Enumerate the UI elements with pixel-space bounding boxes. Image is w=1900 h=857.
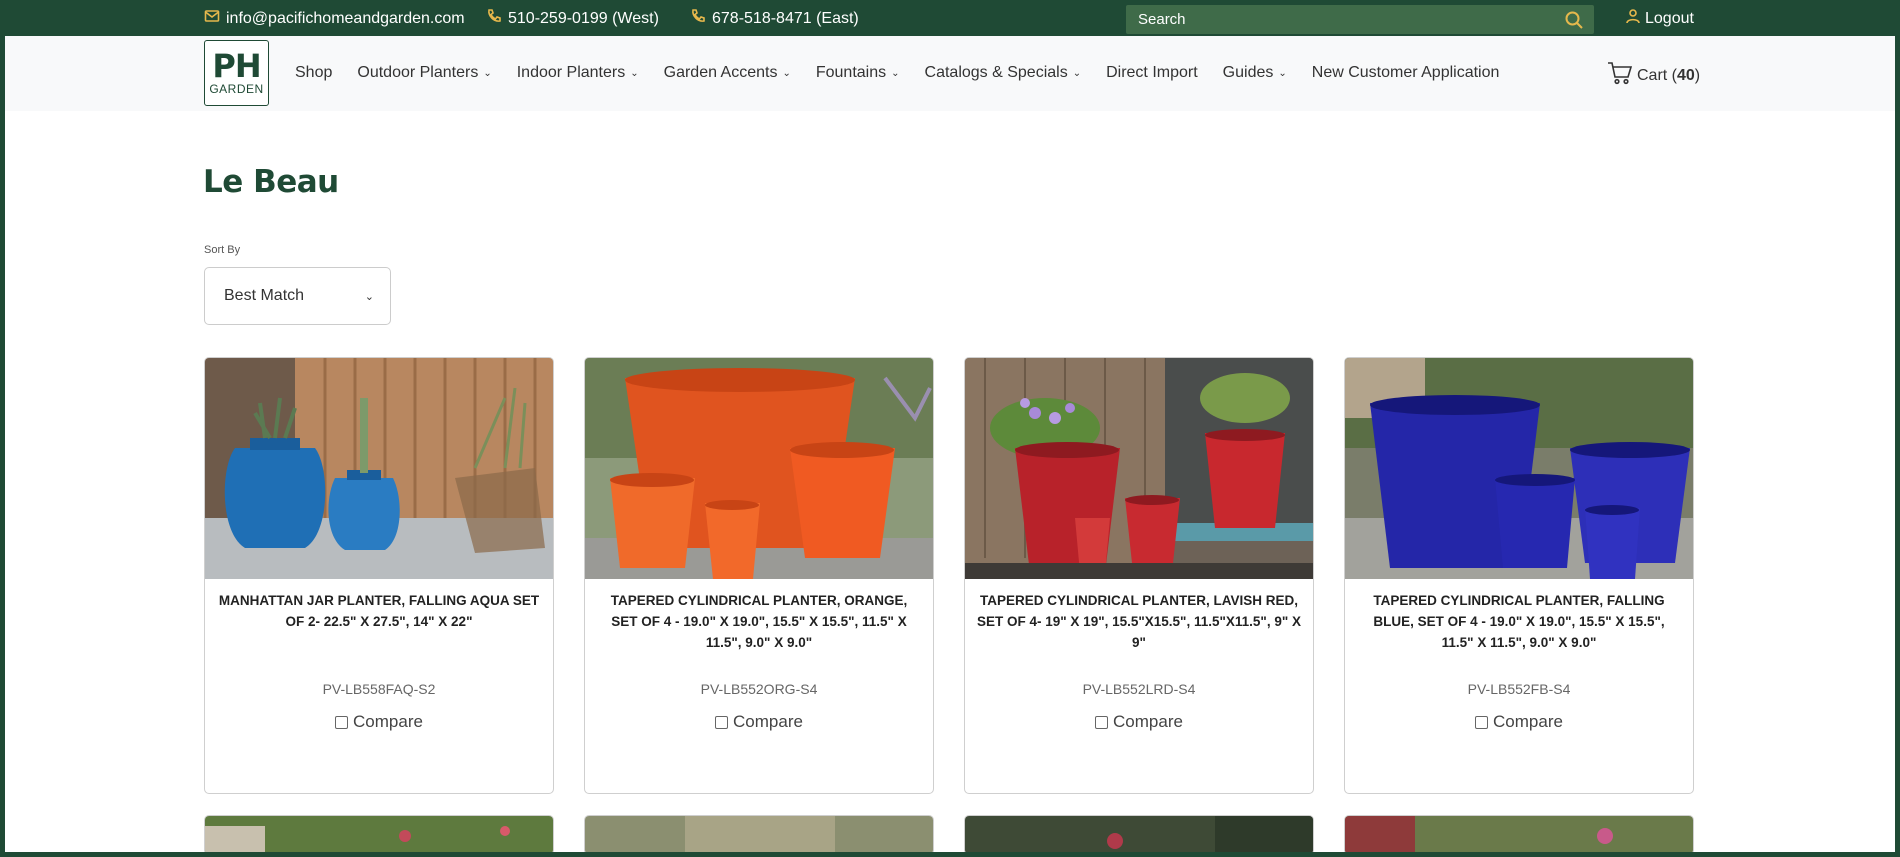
product-image[interactable]	[1345, 816, 1693, 852]
cart-count: 40	[1677, 66, 1695, 84]
phone-west-text: 510-259-0199 (West)	[508, 9, 659, 27]
nav-item-garden-accents[interactable]: Garden Accents ⌄	[664, 64, 791, 82]
compare-label: Compare	[353, 712, 423, 731]
user-icon	[1625, 8, 1641, 29]
product-image[interactable]	[205, 816, 553, 852]
phone-east[interactable]: 678-518-8471 (East)	[690, 8, 859, 29]
product-sku: PV-LB552FB-S4	[1467, 681, 1571, 697]
compare-label: Compare	[1113, 712, 1183, 731]
compare-toggle[interactable]: Compare	[1345, 712, 1693, 732]
nav-menu: Shop Outdoor Planters ⌄ Indoor Planters ⌄ …	[295, 64, 1524, 82]
product-image[interactable]	[205, 358, 553, 579]
nav-label: Garden Accents	[663, 64, 778, 81]
chevron-down-icon: ⌄	[1072, 67, 1082, 79]
envelope-icon	[204, 8, 220, 29]
nav-label: Indoor Planters	[516, 64, 626, 81]
logout-label: Logout	[1645, 9, 1694, 27]
nav-item-catalogs-specials[interactable]: Catalogs & Specials ⌄	[925, 64, 1082, 82]
product-card[interactable]: TAPERED CYLINDRICAL PLANTER, FALLING BLU…	[1344, 357, 1694, 794]
page-title: Le Beau	[203, 164, 339, 200]
compare-checkbox[interactable]	[1475, 715, 1489, 729]
compare-toggle[interactable]: Compare	[585, 712, 933, 732]
nav-label: Fountains	[815, 64, 887, 81]
product-name[interactable]: MANHATTAN JAR PLANTER, FALLING AQUA SET …	[217, 590, 541, 632]
product-image[interactable]	[585, 816, 933, 852]
chevron-down-icon: ⌄	[364, 290, 374, 303]
chevron-down-icon: ⌄	[630, 67, 639, 79]
search-icon[interactable]	[1564, 10, 1584, 30]
phone-icon	[690, 8, 706, 29]
compare-checkbox[interactable]	[715, 715, 729, 729]
product-name[interactable]: TAPERED CYLINDRICAL PLANTER, FALLING BLU…	[1357, 590, 1681, 653]
chevron-down-icon: ⌄	[1278, 67, 1287, 79]
nav-label: New Customer Application	[1311, 64, 1500, 81]
product-card[interactable]	[584, 815, 934, 852]
page-frame: PH GARDEN Shop Outdoor Planters ⌄ Indoor …	[5, 36, 1895, 852]
product-card[interactable]: MANHATTAN JAR PLANTER, FALLING AQUA SET …	[204, 357, 554, 794]
product-sku: PV-LB552LRD-S4	[1082, 681, 1196, 697]
product-card[interactable]	[964, 815, 1314, 852]
site-logo[interactable]: PH GARDEN	[204, 40, 269, 106]
nav-item-new-customer-application[interactable]: New Customer Application	[1312, 64, 1500, 82]
compare-checkbox[interactable]	[335, 715, 349, 729]
product-card[interactable]	[1344, 815, 1694, 852]
cart-label: Cart (40)	[1637, 66, 1701, 84]
nav-label: Shop	[295, 64, 333, 81]
product-image[interactable]	[585, 358, 933, 579]
nav-label: Outdoor Planters	[357, 64, 479, 81]
nav-item-fountains[interactable]: Fountains ⌄	[816, 64, 900, 82]
nav-item-shop[interactable]: Shop	[295, 64, 332, 82]
chevron-down-icon: ⌄	[891, 67, 900, 79]
top-bar: info@pacifichomeandgarden.com 510-259-01…	[0, 0, 1900, 36]
product-name[interactable]: TAPERED CYLINDRICAL PLANTER, ORANGE, SET…	[597, 590, 921, 653]
logout-link[interactable]: Logout	[1625, 8, 1694, 29]
product-card[interactable]: TAPERED CYLINDRICAL PLANTER, ORANGE, SET…	[584, 357, 934, 794]
cart-icon	[1607, 60, 1633, 91]
product-image[interactable]	[965, 358, 1313, 579]
product-image[interactable]	[965, 816, 1313, 852]
nav-item-direct-import[interactable]: Direct Import	[1106, 64, 1198, 82]
email-contact[interactable]: info@pacifichomeandgarden.com	[204, 8, 465, 29]
phone-west[interactable]: 510-259-0199 (West)	[486, 8, 659, 29]
phone-icon	[486, 8, 502, 29]
logo-subtext: GARDEN	[209, 82, 264, 96]
nav-label: Catalogs & Specials	[924, 64, 1068, 81]
compare-toggle[interactable]: Compare	[205, 712, 553, 732]
sort-select[interactable]: Best Match ⌄	[204, 267, 391, 325]
email-text: info@pacifichomeandgarden.com	[226, 9, 465, 27]
cart-link[interactable]: Cart (40)	[1607, 60, 1700, 91]
nav-label: Direct Import	[1106, 64, 1198, 81]
compare-label: Compare	[733, 712, 803, 731]
product-card[interactable]: TAPERED CYLINDRICAL PLANTER, LAVISH RED,…	[964, 357, 1314, 794]
search-bar	[1126, 5, 1594, 34]
phone-east-text: 678-518-8471 (East)	[712, 9, 859, 27]
logo-mark: PH	[212, 47, 261, 85]
sort-value: Best Match	[224, 287, 305, 304]
nav-item-guides[interactable]: Guides ⌄	[1223, 64, 1287, 82]
search-input[interactable]	[1126, 11, 1564, 28]
product-name[interactable]: TAPERED CYLINDRICAL PLANTER, LAVISH RED,…	[977, 590, 1301, 653]
nav-item-outdoor-planters[interactable]: Outdoor Planters ⌄	[357, 64, 491, 82]
compare-label: Compare	[1493, 712, 1563, 731]
nav-item-indoor-planters[interactable]: Indoor Planters ⌄	[517, 64, 639, 82]
sort-label: Sort By	[204, 244, 241, 256]
nav-label: Guides	[1222, 64, 1274, 81]
chevron-down-icon: ⌄	[782, 67, 791, 79]
compare-checkbox[interactable]	[1095, 715, 1109, 729]
product-sku: PV-LB552ORG-S4	[700, 681, 818, 697]
main-nav: PH GARDEN Shop Outdoor Planters ⌄ Indoor …	[5, 36, 1895, 111]
product-image[interactable]	[1345, 358, 1693, 579]
chevron-down-icon: ⌄	[483, 67, 492, 79]
product-card[interactable]	[204, 815, 554, 852]
compare-toggle[interactable]: Compare	[965, 712, 1313, 732]
product-sku: PV-LB558FAQ-S2	[322, 681, 436, 697]
